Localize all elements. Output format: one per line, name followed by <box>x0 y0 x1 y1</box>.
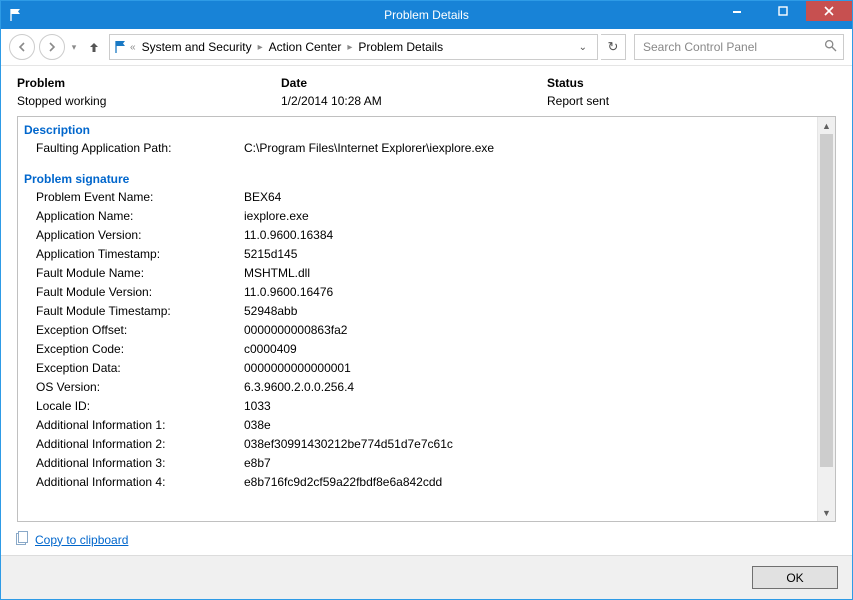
detail-val: 038ef30991430212be774d51d7e7c61c <box>244 435 829 454</box>
copy-row: Copy to clipboard <box>1 522 852 555</box>
breadcrumb-dropdown-button[interactable]: ⌄ <box>573 42 593 53</box>
ok-button[interactable]: OK <box>752 566 838 589</box>
detail-val: iexplore.exe <box>244 207 829 226</box>
detail-row: Application Timestamp:5215d145 <box>24 245 829 264</box>
vertical-scrollbar[interactable]: ▲ ▼ <box>817 117 835 521</box>
detail-row: OS Version:6.3.9600.2.0.0.256.4 <box>24 378 829 397</box>
detail-key: Faulting Application Path: <box>24 139 244 158</box>
problem-summary: Problem Stopped working Date 1/2/2014 10… <box>1 66 852 116</box>
detail-key: Fault Module Timestamp: <box>24 302 244 321</box>
copy-icon <box>15 530 29 549</box>
detail-val: c0000409 <box>244 340 829 359</box>
scroll-track[interactable] <box>818 134 835 504</box>
scroll-up-button[interactable]: ▲ <box>818 117 835 134</box>
detail-row: Exception Offset:0000000000863fa2 <box>24 321 829 340</box>
problem-details-window: Problem Details ▾ <box>0 0 853 600</box>
detail-val: 5215d145 <box>244 245 829 264</box>
detail-key: Exception Code: <box>24 340 244 359</box>
detail-val: e8b716fc9d2cf59a22fbdf8e6a842cdd <box>244 473 829 492</box>
breadcrumb-seg-problem-details[interactable]: Problem Details <box>354 40 447 54</box>
maximize-button[interactable] <box>760 1 806 21</box>
detail-row: Additional Information 2:038ef3099143021… <box>24 435 829 454</box>
detail-key: Additional Information 2: <box>24 435 244 454</box>
detail-row: Locale ID:1033 <box>24 397 829 416</box>
section-title-signature: Problem signature <box>24 172 829 186</box>
detail-row: Fault Module Name:MSHTML.dll <box>24 264 829 283</box>
detail-row: Fault Module Version:11.0.9600.16476 <box>24 283 829 302</box>
detail-row: Faulting Application Path: C:\Program Fi… <box>24 139 829 158</box>
close-button[interactable] <box>806 1 852 21</box>
detail-val: 11.0.9600.16384 <box>244 226 829 245</box>
detail-key: Fault Module Version: <box>24 283 244 302</box>
detail-row: Application Name:iexplore.exe <box>24 207 829 226</box>
detail-row: Application Version:11.0.9600.16384 <box>24 226 829 245</box>
detail-row: Exception Code:c0000409 <box>24 340 829 359</box>
detail-row: Additional Information 3:e8b7 <box>24 454 829 473</box>
recent-locations-button[interactable]: ▾ <box>69 42 79 53</box>
detail-val: BEX64 <box>244 188 829 207</box>
detail-key: Application Timestamp: <box>24 245 244 264</box>
detail-row: Problem Event Name:BEX64 <box>24 188 829 207</box>
details-box: Description Faulting Application Path: C… <box>17 116 836 522</box>
breadcrumb-seg-action-center[interactable]: Action Center <box>265 40 346 54</box>
summary-val-status: Report sent <box>547 94 836 108</box>
detail-val: 52948abb <box>244 302 829 321</box>
detail-val: 6.3.9600.2.0.0.256.4 <box>244 378 829 397</box>
detail-key: Exception Data: <box>24 359 244 378</box>
detail-key: Additional Information 4: <box>24 473 244 492</box>
detail-val: 0000000000863fa2 <box>244 321 829 340</box>
search-input[interactable] <box>641 39 824 55</box>
detail-val: 1033 <box>244 397 829 416</box>
detail-key: OS Version: <box>24 378 244 397</box>
chevron-right-icon: ▸ <box>347 42 352 53</box>
detail-val: MSHTML.dll <box>244 264 829 283</box>
scroll-thumb[interactable] <box>820 134 833 467</box>
summary-head-date: Date <box>281 76 547 90</box>
detail-val: e8b7 <box>244 454 829 473</box>
breadcrumb-seg-system-security[interactable]: System and Security <box>138 40 256 54</box>
detail-val: 0000000000000001 <box>244 359 829 378</box>
detail-row: Exception Data:0000000000000001 <box>24 359 829 378</box>
summary-head-problem: Problem <box>17 76 281 90</box>
detail-row: Fault Module Timestamp:52948abb <box>24 302 829 321</box>
detail-key: Fault Module Name: <box>24 264 244 283</box>
detail-key: Exception Offset: <box>24 321 244 340</box>
window-controls <box>714 1 852 29</box>
detail-key: Application Version: <box>24 226 244 245</box>
search-box[interactable] <box>634 34 844 60</box>
detail-row: Additional Information 1:038e <box>24 416 829 435</box>
detail-key: Additional Information 3: <box>24 454 244 473</box>
back-button[interactable] <box>9 34 35 60</box>
minimize-button[interactable] <box>714 1 760 21</box>
summary-head-status: Status <box>547 76 836 90</box>
refresh-button[interactable]: ↻ <box>601 34 626 60</box>
summary-val-date: 1/2/2014 10:28 AM <box>281 94 547 108</box>
dialog-button-row: OK <box>1 555 852 599</box>
up-button[interactable] <box>83 36 105 58</box>
copy-to-clipboard-link[interactable]: Copy to clipboard <box>35 533 128 547</box>
navigation-bar: ▾ « System and Security ▸ Action Center … <box>1 29 852 66</box>
search-icon <box>824 39 837 55</box>
detail-key: Application Name: <box>24 207 244 226</box>
detail-key: Problem Event Name: <box>24 188 244 207</box>
action-center-flag-icon <box>9 8 23 22</box>
chevron-right-icon: ▸ <box>258 42 263 53</box>
forward-button[interactable] <box>39 34 65 60</box>
detail-key: Locale ID: <box>24 397 244 416</box>
content-area: Problem Stopped working Date 1/2/2014 10… <box>1 66 852 599</box>
breadcrumb[interactable]: « System and Security ▸ Action Center ▸ … <box>109 34 598 60</box>
breadcrumb-overflow-icon[interactable]: « <box>130 42 136 53</box>
scroll-down-button[interactable]: ▼ <box>818 504 835 521</box>
detail-val: 11.0.9600.16476 <box>244 283 829 302</box>
detail-key: Additional Information 1: <box>24 416 244 435</box>
detail-row: Additional Information 4:e8b716fc9d2cf59… <box>24 473 829 492</box>
section-title-description: Description <box>24 123 829 137</box>
detail-val: C:\Program Files\Internet Explorer\iexpl… <box>244 139 829 158</box>
control-panel-flag-icon <box>114 40 128 54</box>
detail-val: 038e <box>244 416 829 435</box>
titlebar: Problem Details <box>1 1 852 29</box>
summary-val-problem: Stopped working <box>17 94 281 108</box>
